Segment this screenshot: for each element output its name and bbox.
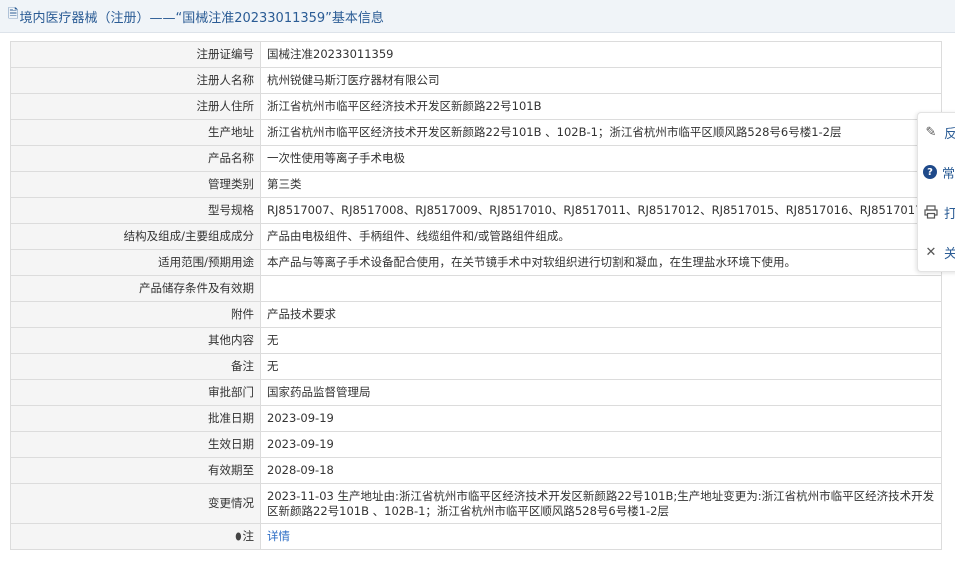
row-value: 浙江省杭州市临平区经济技术开发区新颜路22号101B 、102B-1；浙江省杭州… <box>260 119 942 146</box>
feedback-button[interactable]: ✎ 反 <box>918 117 955 147</box>
row-value: 产品技术要求 <box>260 301 942 328</box>
row-label: 变更情况 <box>10 483 261 524</box>
print-label: 打 <box>944 206 955 222</box>
close-button[interactable]: ✕ 关 <box>918 237 955 267</box>
close-label: 关 <box>944 246 955 262</box>
table-row: 备注 无 <box>10 353 942 380</box>
row-label: 注册人住所 <box>10 93 261 120</box>
row-label: 备注 <box>10 353 261 380</box>
page-title: 境内医疗器械（注册）——“国械注准20233011359”基本信息 <box>19 10 384 26</box>
row-label: 附件 <box>10 301 261 328</box>
floating-toolbar: ✎ 反 ? 常 打 ✕ 关 <box>917 112 955 272</box>
document-icon: 🗎 <box>8 7 19 22</box>
table-row: 批准日期 2023-09-19 <box>10 405 942 432</box>
row-value: RJ8517007、RJ8517008、RJ8517009、RJ8517010、… <box>260 197 942 224</box>
row-value: 详情 <box>260 523 942 550</box>
row-label: 注册人名称 <box>10 67 261 94</box>
row-value: 2028-09-18 <box>260 457 942 484</box>
table-row: 管理类别 第三类 <box>10 171 942 198</box>
row-value: 第三类 <box>260 171 942 198</box>
row-value: 国械注准20233011359 <box>260 41 942 68</box>
table-row: 注册证编号 国械注准20233011359 <box>10 41 942 68</box>
row-value: 无 <box>260 353 942 380</box>
table-row: 附件 产品技术要求 <box>10 301 942 328</box>
table-row: 型号规格 RJ8517007、RJ8517008、RJ8517009、RJ851… <box>10 197 942 224</box>
row-label: 管理类别 <box>10 171 261 198</box>
row-value: 本产品与等离子手术设备配合使用，在关节镜手术中对软组织进行切割和凝血，在生理盐水… <box>260 249 942 276</box>
row-label: 生产地址 <box>10 119 261 146</box>
row-label: 注册证编号 <box>10 41 261 68</box>
detail-table: 注册证编号 国械注准20233011359 注册人名称 杭州锐健马斯汀医疗器材有… <box>10 41 942 550</box>
page-header: 🗎 境内医疗器械（注册）——“国械注准20233011359”基本信息 <box>0 0 955 33</box>
row-label: 批准日期 <box>10 405 261 432</box>
print-button[interactable]: 打 <box>918 197 955 227</box>
table-row: 注册人名称 杭州锐健马斯汀医疗器材有限公司 <box>10 67 942 94</box>
table-row: 注册人住所 浙江省杭州市临平区经济技术开发区新颜路22号101B <box>10 93 942 120</box>
row-value: 产品由电极组件、手柄组件、线缆组件和/或管路组件组成。 <box>260 223 942 250</box>
row-label: 生效日期 <box>10 431 261 458</box>
row-value: 2023-09-19 <box>260 405 942 432</box>
location-pin-icon: ⬮ <box>235 531 242 543</box>
table-row: 变更情况 2023-11-03 生产地址由:浙江省杭州市临平区经济技术开发区新颜… <box>10 483 942 524</box>
table-row: 生效日期 2023-09-19 <box>10 431 942 458</box>
row-label: 结构及组成/主要组成成分 <box>10 223 261 250</box>
feedback-label: 反 <box>944 126 955 142</box>
row-label: 型号规格 <box>10 197 261 224</box>
table-row: 产品名称 一次性使用等离子手术电极 <box>10 145 942 172</box>
row-label: 适用范围/预期用途 <box>10 249 261 276</box>
row-value: 杭州锐健马斯汀医疗器材有限公司 <box>260 67 942 94</box>
details-link[interactable]: 详情 <box>267 529 290 543</box>
close-icon: ✕ <box>925 244 937 260</box>
table-row: 审批部门 国家药品监督管理局 <box>10 379 942 406</box>
help-icon: ? <box>923 165 937 179</box>
row-value: 2023-11-03 生产地址由:浙江省杭州市临平区经济技术开发区新颜路22号1… <box>260 483 942 524</box>
row-value: 国家药品监督管理局 <box>260 379 942 406</box>
row-value: 无 <box>260 327 942 354</box>
row-label: 审批部门 <box>10 379 261 406</box>
table-row: 生产地址 浙江省杭州市临平区经济技术开发区新颜路22号101B 、102B-1；… <box>10 119 942 146</box>
note-label: 注 <box>242 528 255 543</box>
row-value: 2023-09-19 <box>260 431 942 458</box>
table-row: 其他内容 无 <box>10 327 942 354</box>
table-row: 适用范围/预期用途 本产品与等离子手术设备配合使用，在关节镜手术中对软组织进行切… <box>10 249 942 276</box>
row-value: 浙江省杭州市临平区经济技术开发区新颜路22号101B <box>260 93 942 120</box>
row-value <box>260 275 942 302</box>
print-icon <box>923 204 939 220</box>
table-row: 结构及组成/主要组成成分 产品由电极组件、手柄组件、线缆组件和/或管路组件组成。 <box>10 223 942 250</box>
row-label: 产品储存条件及有效期 <box>10 275 261 302</box>
faq-label: 常 <box>942 166 955 182</box>
table-row: ⬮注 详情 <box>10 523 942 550</box>
faq-button[interactable]: ? 常 <box>918 157 955 187</box>
row-label: 其他内容 <box>10 327 261 354</box>
row-label: 产品名称 <box>10 145 261 172</box>
table-row: 有效期至 2028-09-18 <box>10 457 942 484</box>
row-label: 有效期至 <box>10 457 261 484</box>
edit-icon: ✎ <box>925 124 937 140</box>
row-value: 一次性使用等离子手术电极 <box>260 145 942 172</box>
table-row: 产品储存条件及有效期 <box>10 275 942 302</box>
row-label-note: ⬮注 <box>10 523 261 550</box>
